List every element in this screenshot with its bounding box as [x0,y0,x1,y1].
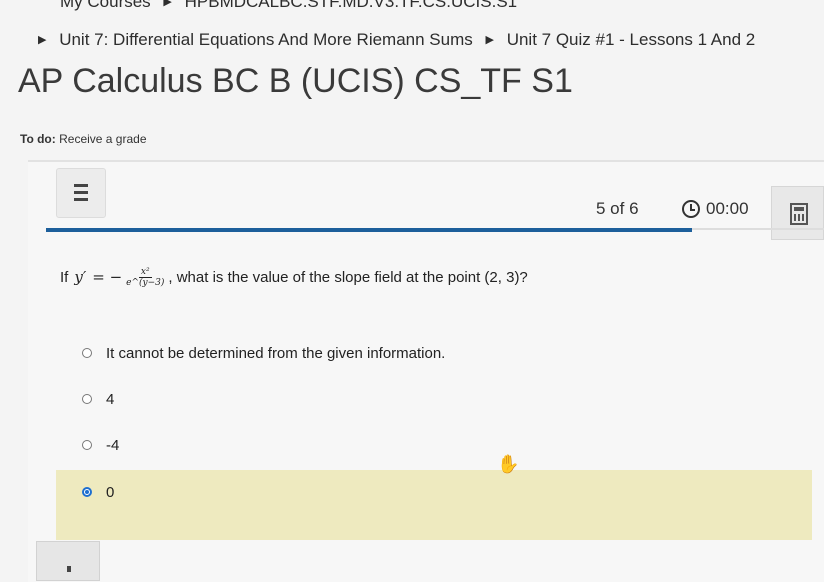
radio-button[interactable] [82,394,92,404]
quiz-timer: 00:00 [682,199,749,219]
calculator-button[interactable] [771,186,824,240]
breadcrumb-link-my-courses[interactable]: My Courses [60,0,151,11]
hamburger-icon [74,184,88,187]
question-lhs: y′ [74,268,87,286]
radio-button-selected[interactable] [82,487,92,497]
breadcrumb-link-quiz[interactable]: Unit 7 Quiz #1 - Lessons 1 And 2 [507,30,756,49]
selected-answer-highlight [56,470,812,540]
answer-option-label: It cannot be determined from the given i… [106,344,446,362]
breadcrumb-link-course-code[interactable]: HPBMDCALBC.STF.MD.V3.TF.CS.UCIS.S1 [185,0,518,11]
breadcrumb-separator-icon: ▶ [38,34,47,46]
quiz-progress-bar [46,228,692,232]
breadcrumb-line-2: ▶ Unit 7: Differential Equations And Mor… [30,30,810,56]
timer-value: 00:00 [706,199,749,218]
quiz-toolbar: 5 of 6 00:00 [56,165,824,240]
todo-status: To do: Receive a grade [20,132,147,150]
answer-option[interactable]: It cannot be determined from the given i… [82,340,445,366]
question-fraction: x² e^(y−3) [126,267,164,288]
previous-button[interactable] [36,541,100,581]
answer-option-selected[interactable]: 0 [82,479,114,505]
calculator-icon [790,203,808,225]
answer-option-label: -4 [106,436,120,454]
question-body: , what is the value of the slope field a… [168,268,528,286]
fraction-denominator: e^(y−3) [126,277,165,288]
breadcrumb-separator-icon: ▶ [485,34,494,46]
menu-button[interactable] [56,168,106,218]
question-equals: = − [92,268,123,286]
answer-option[interactable]: -4 [82,432,119,458]
quiz-progress-track [692,228,824,230]
answer-option-label: 4 [106,390,115,408]
breadcrumb-line-1: My Courses ▶ HPBMDCALBC.STF.MD.V3.TF.CS.… [60,0,820,16]
page-title: AP Calculus BC B (UCIS) CS_TF S1 [18,62,573,100]
radio-button[interactable] [82,440,92,450]
question-prefix: If [60,268,69,286]
question-text: If y′ = − x² e^(y−3) , what is the value… [60,262,528,292]
question-counter: 5 of 6 [596,199,639,218]
radio-button[interactable] [82,348,92,358]
hamburger-icon-bar [74,191,88,194]
todo-label: To do: [20,132,56,146]
todo-text: Receive a grade [59,132,147,146]
breadcrumb-separator-icon: ▶ [163,0,172,8]
hand-cursor-icon: ✋ [497,454,520,474]
fraction-numerator: x² [138,266,152,278]
breadcrumb-link-unit[interactable]: Unit 7: Differential Equations And More … [59,30,473,49]
answer-option[interactable]: 4 [82,386,114,412]
answer-option-label: 0 [106,483,115,501]
hamburger-icon-bar [74,198,88,201]
clock-icon [682,200,700,218]
